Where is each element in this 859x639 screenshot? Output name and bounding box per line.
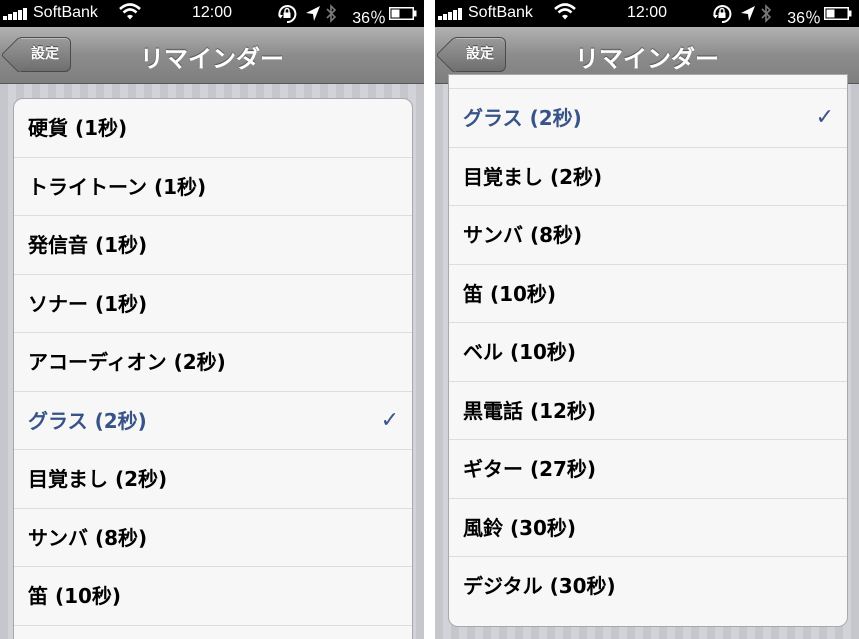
list-item[interactable]: アコーディオン (2秒) — [14, 333, 412, 392]
list-item-label: ギター (27秒) — [463, 457, 597, 481]
page-title: リマインダー — [575, 45, 719, 73]
list-item-label: 笛 (10秒) — [28, 584, 122, 608]
checkmark-icon: ✓ — [380, 407, 399, 433]
bluetooth-icon — [326, 4, 337, 23]
navigation-bar: 設定 リマインダー — [0, 27, 424, 84]
list-item-label: グラス (2秒) — [28, 408, 147, 433]
battery-percent: 36％ — [787, 10, 821, 27]
list-item[interactable]: 発信音 (1秒) — [14, 216, 412, 275]
list-item-selected[interactable]: グラス (2秒) ✓ — [449, 89, 847, 148]
list-item[interactable]: サンバ (8秒) — [449, 206, 847, 265]
list-item-label: 発信音 (1秒) — [28, 233, 148, 257]
list-item-label: デジタル (30秒) — [463, 574, 616, 598]
sound-list: 硬貨 (1秒) トライトーン (1秒) 発信音 (1秒) ソナー (1秒) アコ… — [13, 98, 413, 639]
list-item[interactable]: 目覚まし (2秒) — [14, 450, 412, 509]
list-item[interactable]: ギター (27秒) — [449, 440, 847, 499]
list-item[interactable]: 黒電話 (12秒) — [449, 382, 847, 440]
battery-icon — [389, 7, 417, 20]
battery-percent: 36％ — [352, 10, 386, 27]
page-title: リマインダー — [140, 45, 284, 73]
list-item-label: サンバ (8秒) — [463, 223, 583, 247]
bluetooth-icon — [761, 4, 772, 23]
content-area: 硬貨 (1秒) トライトーン (1秒) 発信音 (1秒) ソナー (1秒) アコ… — [0, 84, 424, 639]
rotation-lock-icon — [713, 5, 732, 24]
checkmark-icon: ✓ — [815, 105, 834, 130]
list-item[interactable]: 風鈴 (30秒) — [449, 499, 847, 557]
battery-icon — [824, 7, 852, 20]
list-item[interactable]: サンバ (8秒) — [14, 509, 412, 567]
status-bar: SoftBank 12:00 36％ — [435, 0, 859, 27]
location-icon — [306, 6, 320, 21]
phone-screen-left: SoftBank 12:00 36％ 設定 リマインダー 硬貨 (1秒) トライ… — [0, 0, 424, 639]
list-item-label: グラス (2秒) — [463, 106, 582, 130]
list-item-label: 風鈴 (30秒) — [463, 515, 577, 540]
list-item-label: 目覚まし (2秒) — [28, 467, 168, 491]
list-item-label: 笛 (10秒) — [463, 281, 557, 306]
list-item[interactable]: トライトーン (1秒) — [14, 158, 412, 216]
list-item[interactable]: ベル (10秒) — [449, 323, 847, 382]
list-item-label: サンバ (8秒) — [28, 525, 148, 550]
location-icon — [741, 6, 755, 21]
list-item[interactable]: 硬貨 (1秒) — [14, 99, 412, 158]
list-item-label: アコーディオン (2秒) — [28, 350, 226, 374]
phone-screen-right: SoftBank 12:00 36％ 設定 リマインダー グラス (2秒) ✓ … — [435, 0, 859, 639]
sound-list: グラス (2秒) ✓ 目覚まし (2秒) サンバ (8秒) 笛 (10秒) ベル … — [448, 74, 848, 627]
content-area: グラス (2秒) ✓ 目覚まし (2秒) サンバ (8秒) 笛 (10秒) ベル … — [435, 74, 859, 639]
list-item[interactable]: ソナー (1秒) — [14, 275, 412, 333]
list-item-label: 硬貨 (1秒) — [28, 116, 128, 140]
status-bar: SoftBank 12:00 36％ — [0, 0, 424, 27]
rotation-lock-icon — [278, 5, 297, 24]
list-item-label: ベル (10秒) — [463, 340, 577, 364]
list-item-label: ソナー (1秒) — [28, 291, 148, 316]
list-item-label: 黒電話 (12秒) — [463, 398, 597, 423]
list-item-label: 目覚まし (2秒) — [463, 164, 603, 189]
list-item[interactable]: デジタル (30秒) — [449, 557, 847, 616]
list-item[interactable]: 目覚まし (2秒) — [449, 148, 847, 206]
list-item-partial — [449, 75, 847, 89]
list-item[interactable]: 笛 (10秒) — [449, 265, 847, 323]
list-item-label: トライトーン (1秒) — [28, 174, 207, 199]
list-item-selected[interactable]: グラス (2秒) ✓ — [14, 392, 412, 450]
list-item[interactable]: 笛 (10秒) — [14, 567, 412, 626]
